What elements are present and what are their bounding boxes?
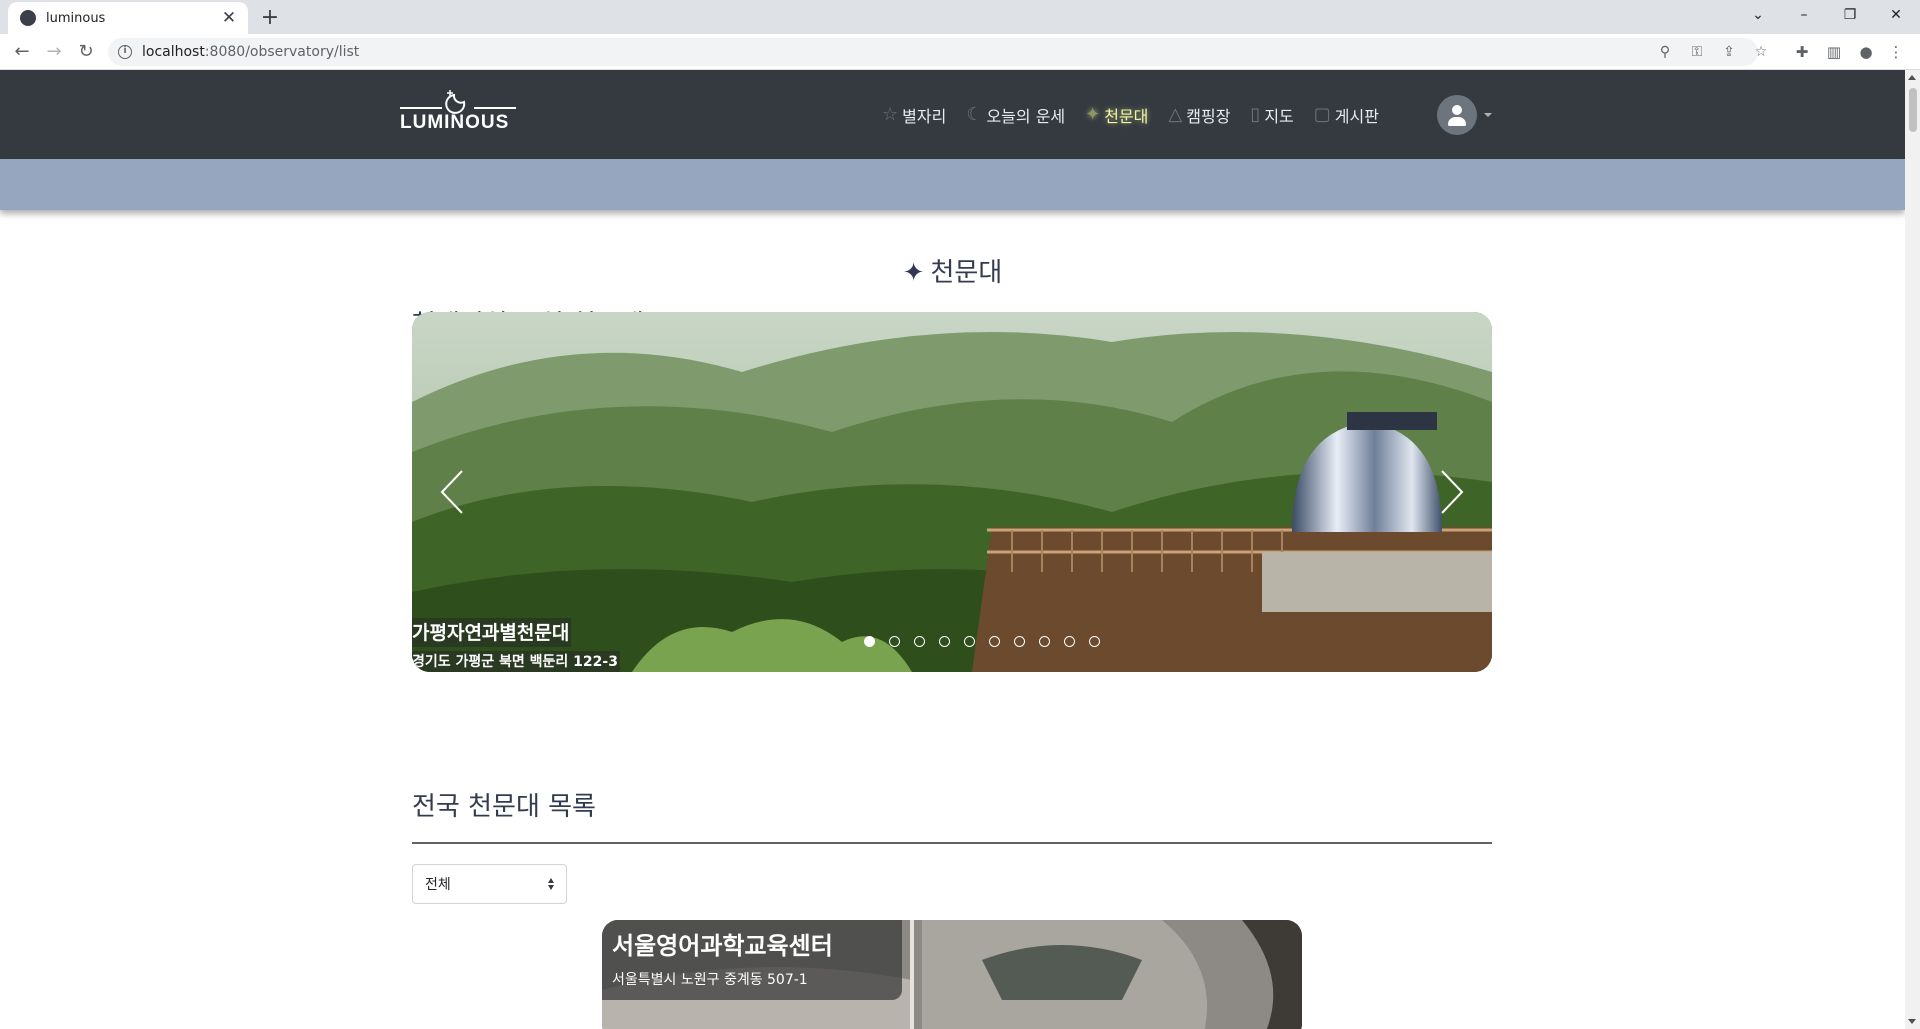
scrollbar-thumb[interactable] [1909,88,1917,132]
carousel-indicator-dot[interactable] [1064,636,1075,647]
sparkles-icon: ✦ [902,258,925,288]
tab-title: luminous [46,10,106,26]
carousel-indicator-dot[interactable] [914,636,925,647]
menu-item-board[interactable]: ▢ 게시판 [1314,103,1379,127]
side-panel-icon[interactable]: ▥ [1824,42,1844,62]
browser-tab[interactable]: luminous ✕ [8,2,248,34]
avatar-head [1452,105,1462,115]
site-info-icon[interactable]: i [118,45,132,59]
carousel-indicator-dot[interactable] [864,636,875,647]
menu-item-constellation[interactable]: ☆ 별자리 [882,103,946,127]
scroll-up-icon[interactable] [1908,75,1916,80]
close-tab-icon[interactable]: ✕ [220,9,238,27]
favicon-icon [20,10,36,26]
main-menu: ☆ 별자리 ☾ 오늘의 운세 ✦ 천문대 △ 캠핑장 ▯ 지도 ▢ 게시판 [882,70,1399,159]
tab-search-icon[interactable]: ⌄ [1736,0,1780,30]
menu-label: 천문대 [1104,106,1149,126]
avatar-body [1448,117,1466,126]
card-caption: 서울영어과학교육센터 서울특별시 노원구 중계동 507-1 [602,920,902,1000]
carousel-indicator-dot[interactable] [1039,636,1050,647]
site-logo[interactable]: LUMINOUS [400,90,516,140]
carousel-indicator-dot[interactable] [939,636,950,647]
carousel-indicator-dot[interactable] [989,636,1000,647]
logo-text: LUMINOUS [400,112,510,133]
map-icon: ▯ [1250,104,1261,125]
location-icon[interactable]: ⚲ [1656,43,1674,61]
forward-button[interactable]: → [40,38,68,66]
section-divider [412,842,1492,844]
restore-button[interactable]: ❐ [1828,0,1872,30]
carousel-indicator-dot[interactable] [1014,636,1025,647]
page-scrollbar[interactable] [1905,70,1920,1029]
observatory-carousel[interactable]: 가평자연과별천문대 경기도 가평군 북면 백둔리 122-3 [412,312,1492,672]
carousel-address: 경기도 가평군 북면 백둔리 122-3 [412,651,620,672]
observatory-card[interactable]: 서울영어과학교육센터 서울특별시 노원구 중계동 507-1 [602,920,1302,1029]
list-heading: 전국 천문대 목록 [412,792,596,822]
menu-label: 지도 [1264,106,1294,126]
menu-item-fortune[interactable]: ☾ 오늘의 운세 [966,103,1065,127]
share-icon[interactable]: ⇪ [1720,43,1738,61]
user-avatar[interactable] [1437,95,1477,135]
address-bar[interactable]: i localhost:8080/observatory/list ⚲ ⚿ ⇪ … [108,38,1767,66]
menu-label: 오늘의 운세 [986,106,1066,126]
page-viewport: LUMINOUS ☆ 별자리 ☾ 오늘의 운세 ✦ 천문대 △ 캠핑장 ▯ 지도 [0,70,1905,1029]
tent-icon: △ [1168,104,1183,125]
browser-tabstrip: luminous ✕ + ⌄ – ❐ ✕ [0,0,1920,34]
minimize-button[interactable]: – [1782,0,1826,30]
carousel-indicator-dot[interactable] [889,636,900,647]
carousel-indicator-dot[interactable] [964,636,975,647]
menu-item-camping[interactable]: △ 캠핑장 [1168,103,1230,127]
menu-item-map[interactable]: ▯ 지도 [1250,103,1293,127]
extensions-icon[interactable]: ✚ [1792,42,1812,62]
page-title: ✦ 천문대 [902,258,1003,288]
back-button[interactable]: ← [8,38,36,66]
card-title: 서울영어과학교육센터 [612,932,833,960]
sub-header-bar [0,159,1905,210]
menu-label: 게시판 [1334,106,1379,126]
menu-item-observatory[interactable]: ✦ 천문대 [1085,103,1148,127]
carousel-next-icon[interactable] [1430,467,1470,517]
user-menu-caret-icon[interactable] [1484,113,1492,117]
carousel-prev-icon[interactable] [434,467,474,517]
carousel-indicator-dot[interactable] [1089,636,1100,647]
menu-label: 별자리 [902,106,947,126]
region-select[interactable]: 전체 [412,864,567,904]
new-tab-button[interactable]: + [256,4,284,32]
carousel-indicators [412,636,1492,647]
region-select-value: 전체 [425,877,451,893]
clipboard-icon: ▢ [1313,104,1331,125]
key-icon[interactable]: ⚿ [1688,43,1706,61]
star-icon: ☆ [882,104,899,125]
card-address: 서울특별시 노원구 중계동 507-1 [612,972,808,988]
site-navbar: LUMINOUS ☆ 별자리 ☾ 오늘의 운세 ✦ 천문대 △ 캠핑장 ▯ 지도 [0,70,1905,159]
sparkle-icon: ✦ [1085,104,1101,125]
url-text: localhost:8080/observatory/list [142,44,360,60]
menu-kebab-icon[interactable]: ⋮ [1886,42,1906,62]
reload-button[interactable]: ↻ [72,38,100,66]
browser-toolbar: ← → ↻ i localhost:8080/observatory/list … [0,34,1920,70]
profile-icon[interactable]: ● [1856,42,1876,62]
bookmark-star-icon[interactable]: ☆ [1752,43,1770,61]
select-arrows-icon [548,878,556,890]
moon-icon: ☾ [966,104,983,125]
scroll-down-icon[interactable] [1908,1019,1916,1024]
close-window-button[interactable]: ✕ [1874,0,1918,30]
menu-label: 캠핑장 [1186,106,1231,126]
